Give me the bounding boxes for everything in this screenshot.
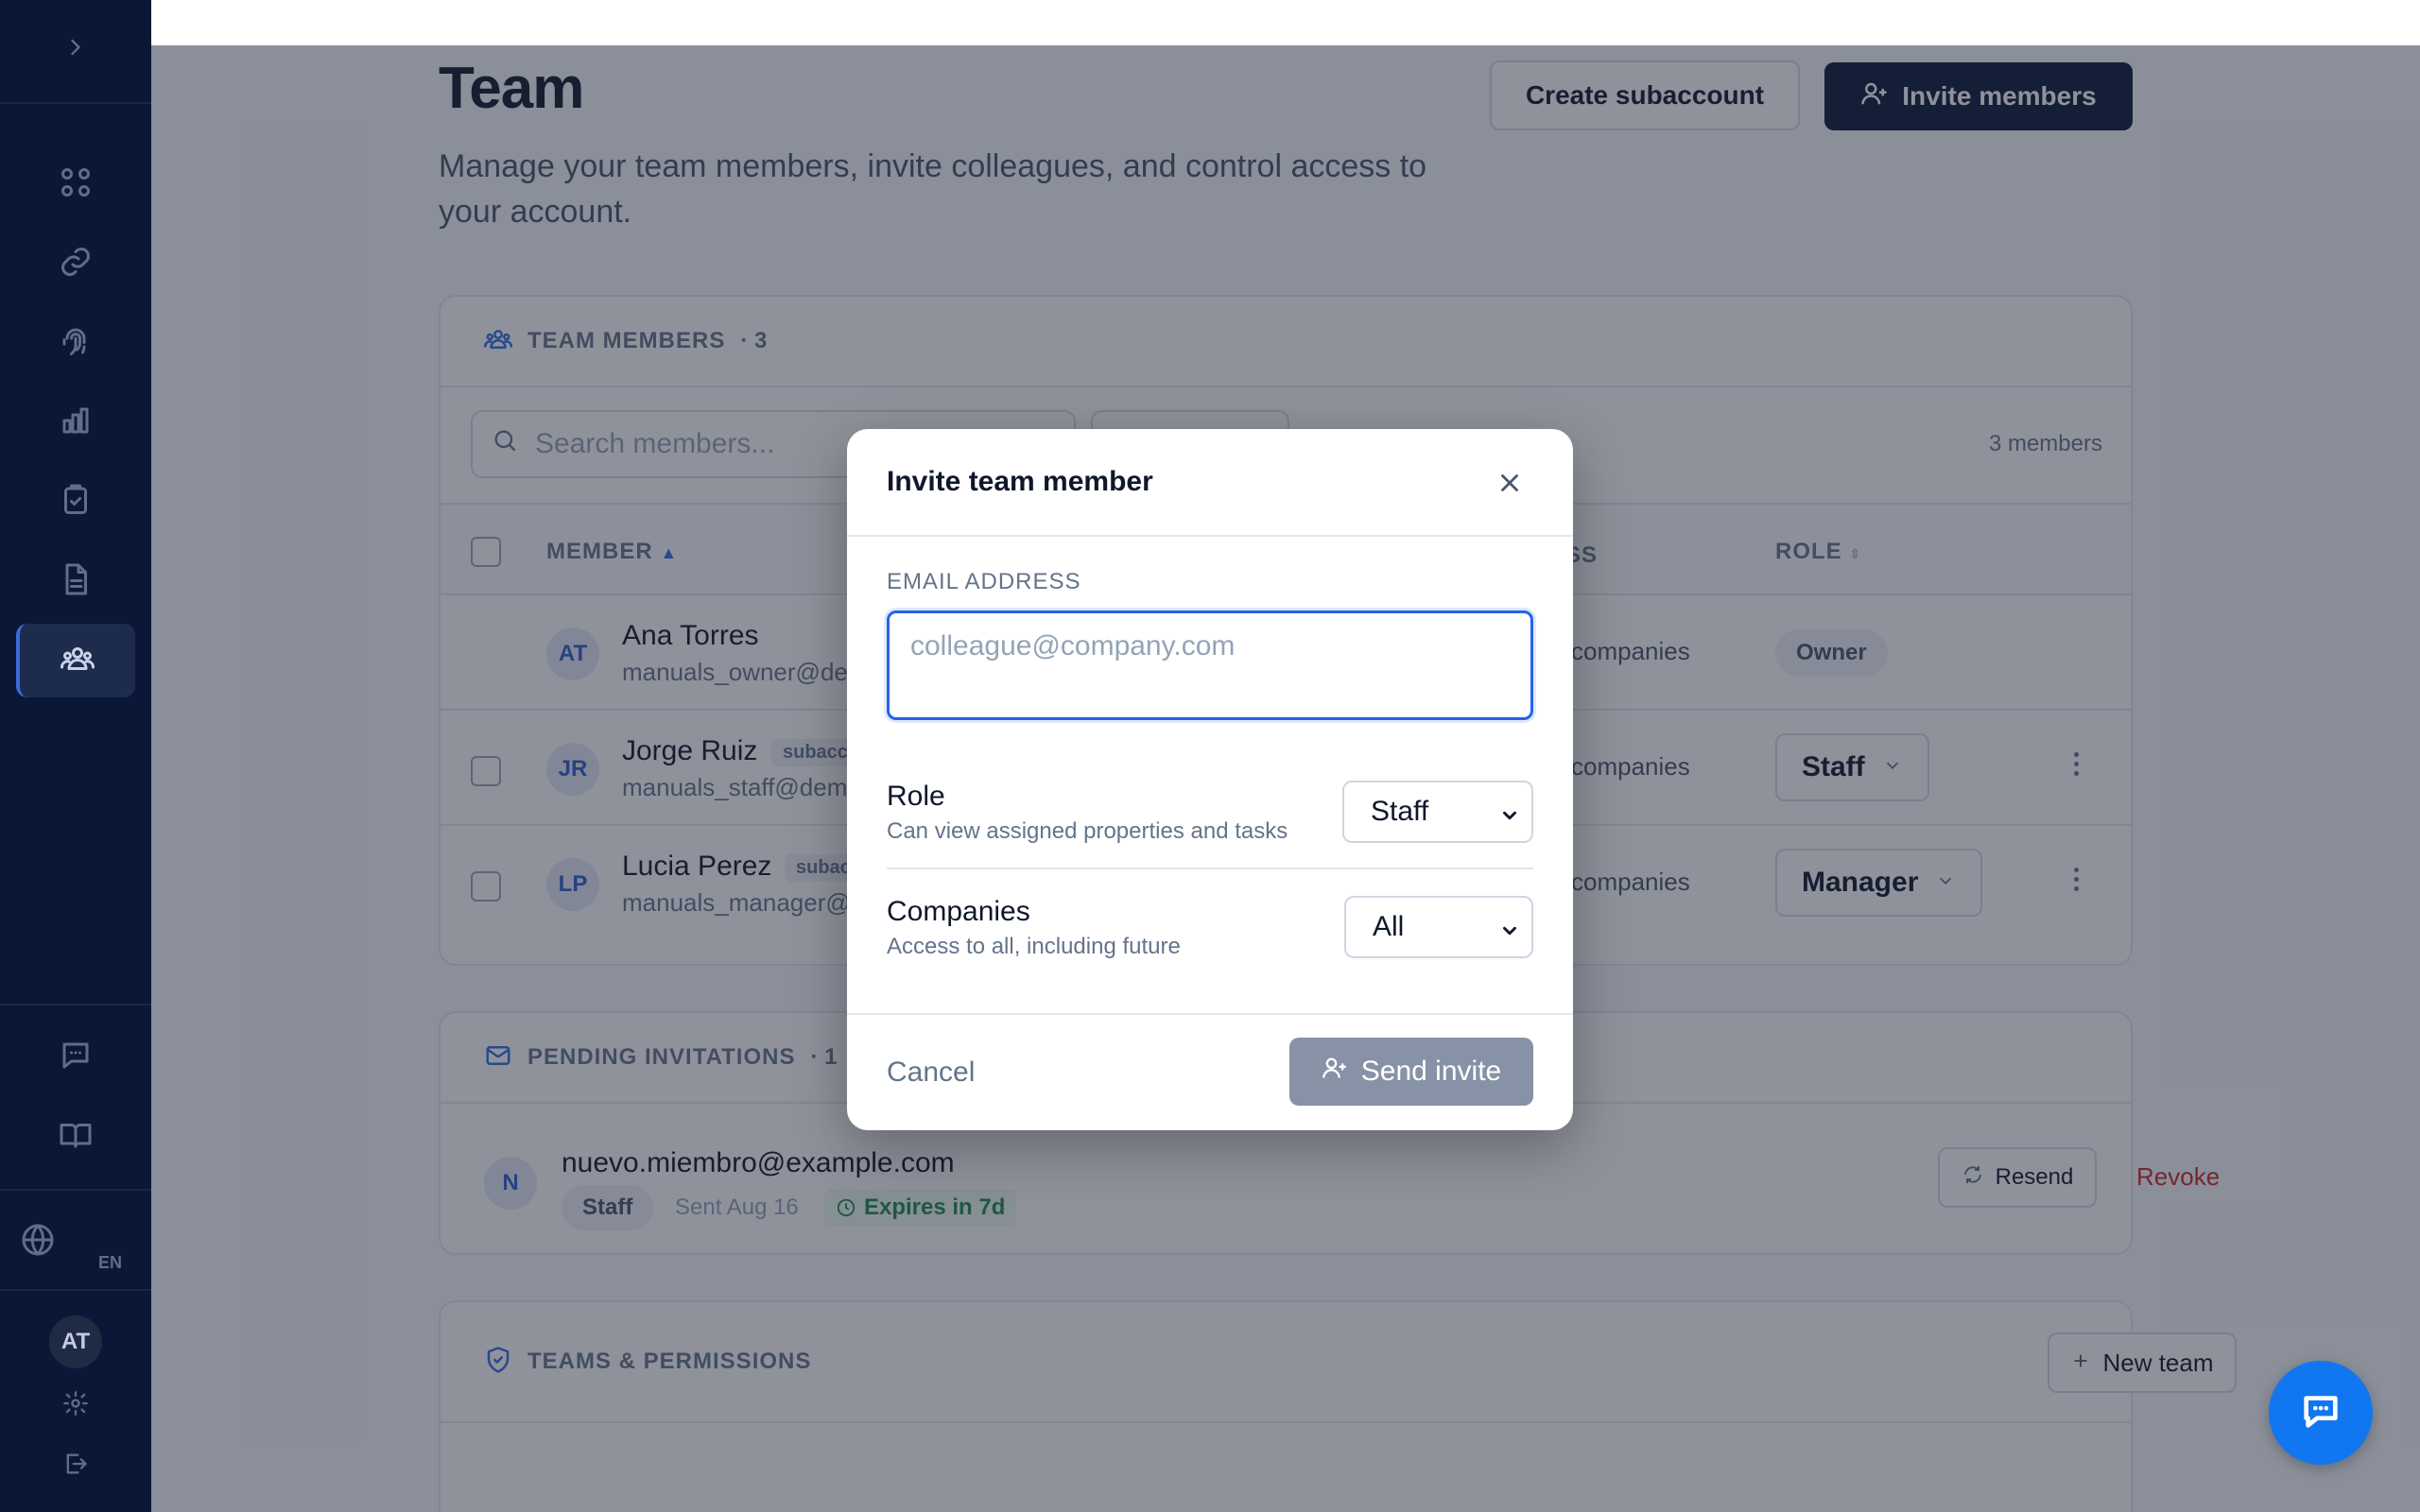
link-icon	[59, 245, 93, 284]
logout-icon	[62, 1451, 89, 1482]
sidebar-item-team[interactable]	[16, 624, 135, 697]
sidebar-item-logout[interactable]	[0, 1452, 151, 1480]
sidebar-item-settings[interactable]	[0, 1390, 151, 1421]
users-icon	[60, 642, 95, 680]
invite-member-modal: Invite team member EMAIL ADDRESS Role Ca…	[847, 429, 1573, 1130]
sidebar-item-chat[interactable]	[0, 1038, 151, 1077]
chat-bubble-icon	[2299, 1389, 2342, 1437]
gear-icon	[62, 1390, 89, 1421]
role-select[interactable]: Staff	[1342, 781, 1533, 843]
user-avatar[interactable]: AT	[49, 1315, 102, 1368]
sidebar-item-links[interactable]	[16, 227, 135, 301]
sidebar: EN AT	[0, 0, 151, 1512]
companies-title: Companies	[887, 896, 1030, 927]
sidebar-item-manuals[interactable]	[0, 1117, 151, 1157]
chevron-down-icon	[1499, 801, 1520, 822]
language-switcher[interactable]	[0, 1223, 113, 1261]
clipboard-check-icon	[59, 483, 93, 522]
sidebar-nav	[0, 104, 151, 697]
email-label: EMAIL ADDRESS	[887, 569, 1081, 594]
expand-sidebar-icon[interactable]	[62, 34, 89, 65]
role-select-value: Staff	[1371, 796, 1429, 827]
chevron-down-icon	[1499, 917, 1520, 937]
user-plus-icon	[1322, 1055, 1348, 1089]
sidebar-header	[0, 0, 151, 104]
top-bar	[151, 0, 2420, 45]
sidebar-item-access[interactable]	[16, 306, 135, 380]
sidebar-item-reports[interactable]	[16, 386, 135, 459]
globe-icon	[21, 1223, 55, 1262]
modal-title: Invite team member	[887, 466, 1153, 497]
sidebar-item-tasks[interactable]	[16, 465, 135, 539]
companies-subtitle: Access to all, including future	[887, 934, 1181, 959]
role-title: Role	[887, 781, 945, 812]
sidebar-divider	[0, 1189, 151, 1191]
chat-support-button[interactable]	[2269, 1361, 2373, 1465]
companies-select[interactable]: All	[1344, 896, 1533, 958]
sidebar-item-documents[interactable]	[16, 544, 135, 618]
send-invite-button[interactable]: Send invite	[1289, 1038, 1533, 1106]
email-field[interactable]	[887, 610, 1533, 720]
role-subtitle: Can view assigned properties and tasks	[887, 818, 1288, 844]
sidebar-divider	[0, 1289, 151, 1291]
companies-select-value: All	[1373, 911, 1405, 942]
modal-footer: Cancel Send invite	[847, 1013, 1573, 1130]
sidebar-item-dashboard[interactable]	[16, 147, 135, 221]
modal-header: Invite team member	[847, 429, 1573, 537]
chat-icon	[59, 1039, 93, 1077]
companies-option: Companies Access to all, including futur…	[887, 896, 1533, 971]
language-code: EN	[98, 1253, 123, 1272]
sidebar-divider	[0, 1004, 151, 1005]
divider	[887, 868, 1533, 869]
bar-chart-icon	[59, 404, 93, 442]
role-option: Role Can view assigned properties and ta…	[887, 781, 1533, 856]
document-icon	[59, 562, 93, 601]
book-icon	[59, 1118, 93, 1157]
send-invite-label: Send invite	[1360, 1056, 1502, 1087]
grid-icon	[59, 165, 93, 204]
close-icon[interactable]	[1495, 469, 1524, 497]
cancel-button[interactable]: Cancel	[887, 1057, 975, 1089]
fingerprint-icon	[59, 324, 93, 363]
